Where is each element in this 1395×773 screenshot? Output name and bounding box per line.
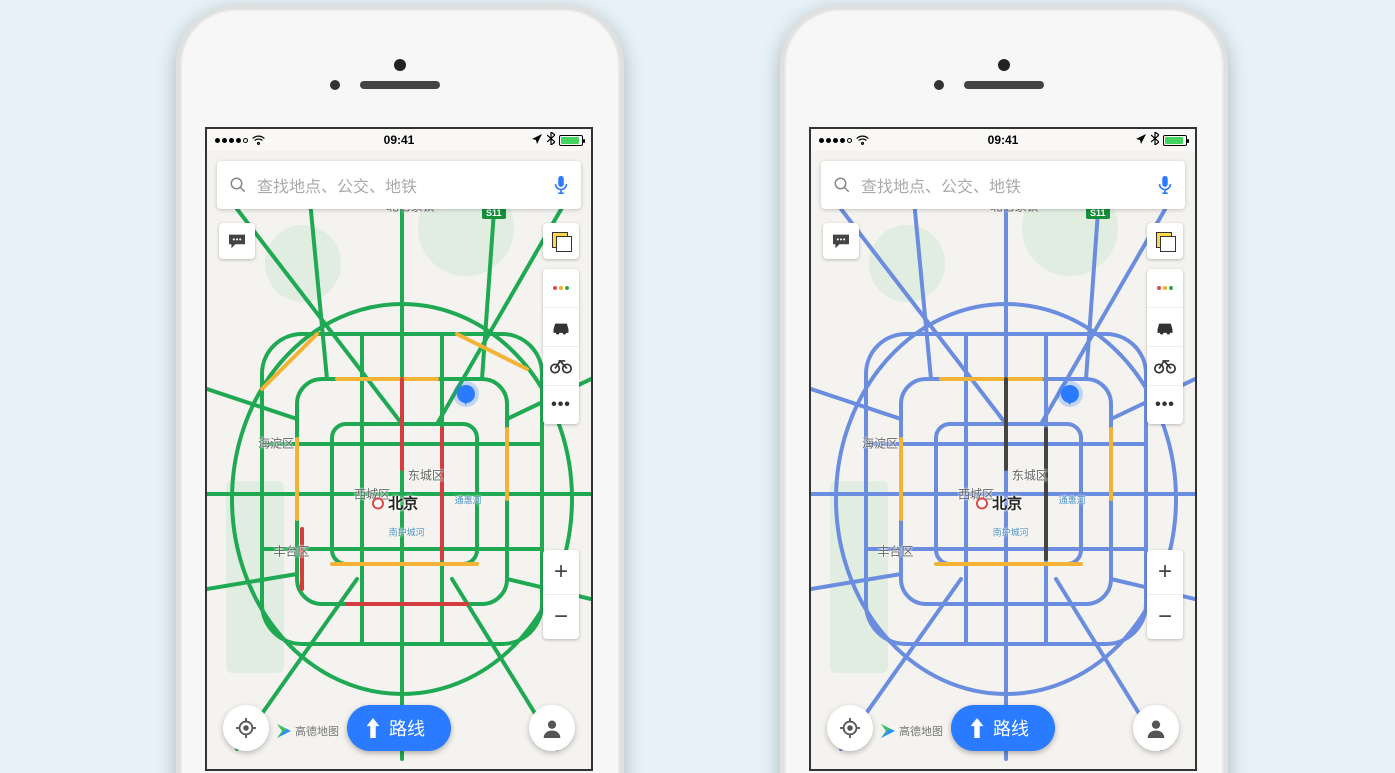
city-dot-icon: [976, 497, 988, 509]
district-dongcheng: 东城区: [408, 466, 444, 483]
city-marker: 北京: [976, 493, 1022, 514]
district-fengtai: 丰台区: [273, 543, 309, 560]
route-label: 路线: [993, 715, 1029, 741]
signal-icon: [215, 138, 248, 143]
battery-icon: [1163, 135, 1187, 146]
city-name: 北京: [992, 493, 1022, 514]
phone-frame-right: S11 北京 海淀区 东城区 西城区 丰台区 北七家镇 通惠河 南护城河: [780, 5, 1228, 773]
proximity-sensor: [330, 80, 340, 90]
side-toolbar: •••: [543, 269, 579, 424]
transit-toggle[interactable]: [1147, 307, 1183, 346]
zoom-in-button[interactable]: +: [543, 550, 579, 594]
city-marker: 北京: [372, 493, 418, 514]
phone-frame-left: S11 北京 海淀区 东城区 西城区 丰台区 北七家镇 通惠河 南护城河: [176, 5, 624, 773]
river-nanhu: 南护城河: [389, 526, 425, 539]
river-nanhu: 南护城河: [993, 526, 1029, 539]
zoom-control: + −: [1147, 550, 1183, 639]
front-camera: [394, 59, 406, 71]
bike-toggle[interactable]: [1147, 346, 1183, 385]
district-dongcheng: 东城区: [1012, 466, 1048, 483]
locate-button[interactable]: [223, 705, 269, 751]
district-fengtai: 丰台区: [877, 543, 913, 560]
clock: 09:41: [988, 133, 1019, 147]
route-label: 路线: [389, 715, 425, 741]
zoom-control: + −: [543, 550, 579, 639]
city-name: 北京: [388, 493, 418, 514]
side-toolbar: •••: [1147, 269, 1183, 424]
more-button[interactable]: •••: [543, 385, 579, 424]
route-button[interactable]: 路线: [951, 705, 1055, 751]
river-tonghui: 通惠河: [1059, 494, 1086, 507]
wifi-icon: [856, 135, 869, 146]
bike-toggle[interactable]: [543, 346, 579, 385]
wifi-icon: [252, 135, 265, 146]
current-location-dot: [457, 385, 475, 403]
transit-toggle[interactable]: [543, 307, 579, 346]
district-haidian: 海淀区: [258, 434, 294, 451]
voice-icon[interactable]: [1157, 175, 1173, 195]
attribution: 高德地图: [881, 723, 943, 739]
voice-icon[interactable]: [553, 175, 569, 195]
city-dot-icon: [372, 497, 384, 509]
clock: 09:41: [384, 133, 415, 147]
statusbar: 09:41: [811, 129, 1195, 151]
bluetooth-icon: [547, 132, 555, 148]
attribution: 高德地图: [277, 723, 339, 739]
search-bar[interactable]: 查找地点、公交、地铁: [217, 161, 581, 209]
district-haidian: 海淀区: [862, 434, 898, 451]
river-tonghui: 通惠河: [455, 494, 482, 507]
location-arrow-icon: [1135, 133, 1147, 148]
current-location-dot: [1061, 385, 1079, 403]
statusbar: 09:41: [207, 129, 591, 151]
signal-icon: [819, 138, 852, 143]
screen-left: S11 北京 海淀区 东城区 西城区 丰台区 北七家镇 通惠河 南护城河: [205, 127, 593, 771]
zoom-out-button[interactable]: −: [1147, 594, 1183, 639]
locate-button[interactable]: [827, 705, 873, 751]
feedback-button[interactable]: [823, 223, 859, 259]
zoom-out-button[interactable]: −: [543, 594, 579, 639]
screen-right: S11 北京 海淀区 东城区 西城区 丰台区 北七家镇 通惠河 南护城河: [809, 127, 1197, 771]
profile-button[interactable]: [529, 705, 575, 751]
map-canvas-left[interactable]: S11 北京 海淀区 东城区 西城区 丰台区 北七家镇 通惠河 南护城河: [207, 129, 591, 769]
amap-logo-icon: [277, 724, 291, 738]
battery-icon: [559, 135, 583, 146]
profile-button[interactable]: [1133, 705, 1179, 751]
layers-button[interactable]: [543, 223, 579, 259]
search-placeholder: 查找地点、公交、地铁: [861, 173, 1147, 197]
attribution-text: 高德地图: [295, 723, 339, 739]
search-placeholder: 查找地点、公交、地铁: [257, 173, 543, 197]
front-camera: [998, 59, 1010, 71]
map-canvas-right[interactable]: S11 北京 海淀区 东城区 西城区 丰台区 北七家镇 通惠河 南护城河: [811, 129, 1195, 769]
route-button[interactable]: 路线: [347, 705, 451, 751]
proximity-sensor: [934, 80, 944, 90]
feedback-button[interactable]: [219, 223, 255, 259]
search-bar[interactable]: 查找地点、公交、地铁: [821, 161, 1185, 209]
location-arrow-icon: [531, 133, 543, 148]
more-button[interactable]: •••: [1147, 385, 1183, 424]
amap-logo-icon: [881, 724, 895, 738]
search-icon: [833, 176, 851, 194]
bluetooth-icon: [1151, 132, 1159, 148]
layers-button[interactable]: [1147, 223, 1183, 259]
traffic-toggle[interactable]: [543, 269, 579, 307]
attribution-text: 高德地图: [899, 723, 943, 739]
search-icon: [229, 176, 247, 194]
traffic-toggle[interactable]: [1147, 269, 1183, 307]
zoom-in-button[interactable]: +: [1147, 550, 1183, 594]
